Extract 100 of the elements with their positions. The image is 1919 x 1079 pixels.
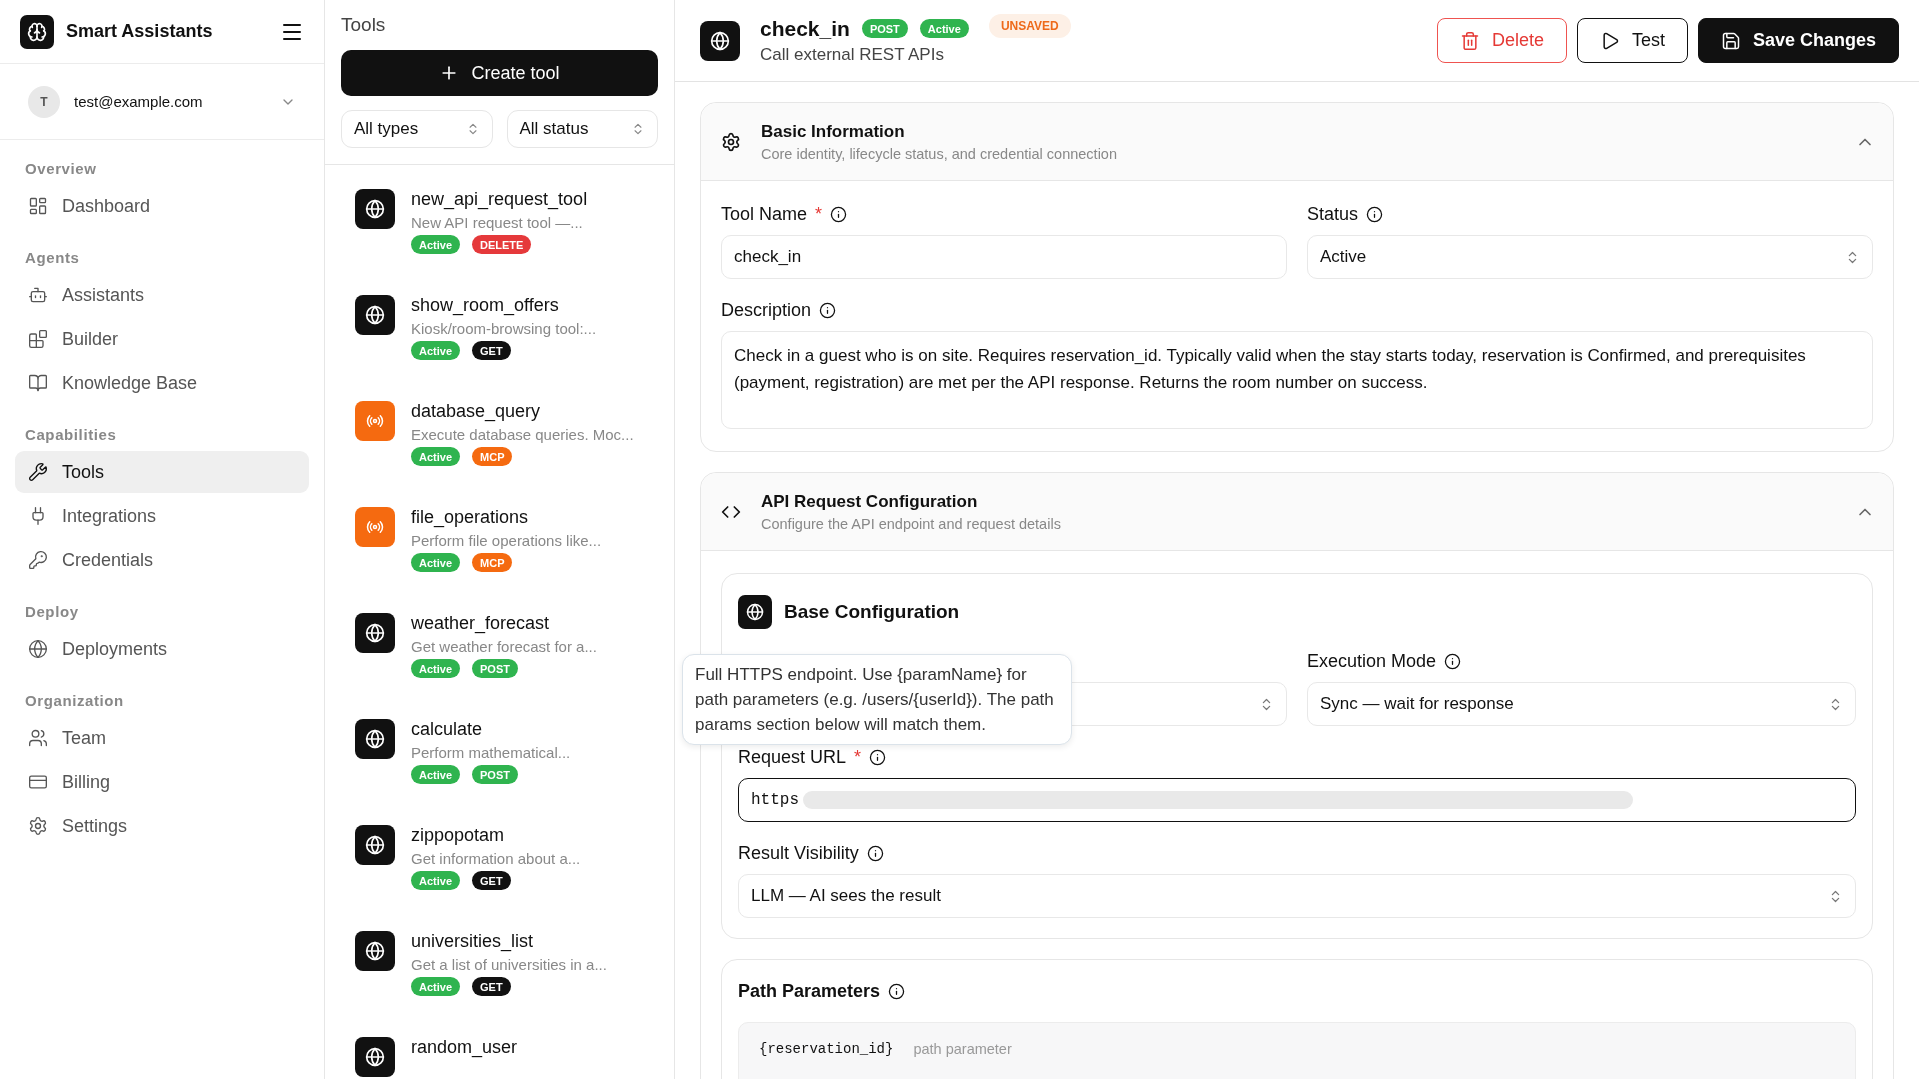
card-title: Base Configuration xyxy=(784,601,960,623)
tool-description: New API request tool —... xyxy=(411,214,584,231)
tool-name: random_user xyxy=(411,1037,518,1058)
wrench-icon xyxy=(28,462,48,482)
filter-select[interactable]: All types xyxy=(341,110,493,148)
tool-list-item[interactable]: calculate Perform mathematical... Active POST xyxy=(325,695,674,801)
nav-item[interactable]: Credentials xyxy=(15,539,309,581)
nav-item[interactable]: Billing xyxy=(15,761,309,803)
tool-subtitle: Call external REST APIs xyxy=(760,44,945,65)
tool-description: Kiosk/room-browsing tool:... xyxy=(411,320,597,337)
nav-item[interactable]: Deployments xyxy=(15,628,309,670)
nav-item[interactable]: Tools xyxy=(15,451,309,493)
globe-icon xyxy=(355,1037,395,1077)
status-badge: Active xyxy=(411,871,461,890)
nav-item[interactable]: Dashboard xyxy=(15,185,309,227)
status-select[interactable]: Active xyxy=(1307,235,1873,279)
status-badge: Active xyxy=(411,659,461,678)
tooltip: Full HTTPS endpoint. Use {paramName} for path parameters (e.g. /users/{userId}). The path params section below will match them. xyxy=(682,654,1072,745)
test-button[interactable]: Test xyxy=(1576,18,1688,63)
type-badge: MCP xyxy=(472,553,513,572)
avatar: T xyxy=(28,85,60,118)
tool-list-item[interactable]: random_user xyxy=(325,1013,674,1079)
tool-list-item[interactable]: weather_forecast Get weather forecast for a... Active POST xyxy=(325,589,674,695)
create-tool-button[interactable]: Create tool xyxy=(341,50,658,96)
nav-item[interactable]: Team xyxy=(15,717,309,759)
settings-icon xyxy=(28,816,48,836)
save-icon xyxy=(1720,30,1741,51)
globe-icon xyxy=(355,825,395,865)
type-badge: MCP xyxy=(472,447,513,466)
status-badge: Active xyxy=(411,553,461,572)
tool-list-item[interactable]: file_operations Perform file operations like... Active MCP xyxy=(325,483,674,589)
tool-list-item[interactable]: new_api_request_tool New API request tool —... Active DELETE xyxy=(325,165,674,271)
tool-name: calculate xyxy=(411,719,484,740)
header-badge: POST xyxy=(861,19,908,38)
tool-description: Perform file operations like... xyxy=(411,532,602,549)
info-icon xyxy=(819,301,837,319)
info-icon xyxy=(866,844,884,862)
status-badge: Active xyxy=(411,341,461,360)
trash-icon xyxy=(1459,30,1480,51)
tool-description: Execute database queries. Moc... xyxy=(411,426,634,443)
globe-icon xyxy=(700,20,740,61)
tool-name: weather_forecast xyxy=(411,613,551,634)
globe-icon xyxy=(355,719,395,759)
dashboard-icon xyxy=(28,196,48,216)
section-label: Capabilities xyxy=(24,426,118,443)
nav-item[interactable]: Builder xyxy=(15,318,309,360)
section-label: Agents xyxy=(24,249,81,266)
status-badge: Active xyxy=(411,235,461,254)
globe-icon xyxy=(355,931,395,971)
tool-name: database_query xyxy=(411,401,542,422)
info-icon xyxy=(1444,652,1462,670)
filter-select[interactable]: All status xyxy=(506,110,658,148)
nav-item[interactable]: Settings xyxy=(15,805,309,847)
result-visibility-select[interactable]: LLM — AI sees the result xyxy=(738,874,1856,918)
field-label: Tool Name xyxy=(721,203,808,225)
nav-item[interactable]: Integrations xyxy=(15,495,309,537)
field-label: Result Visibility xyxy=(738,842,859,864)
parameter-hint: path parameter xyxy=(913,1041,1012,1057)
field-label: Execution Mode xyxy=(1307,650,1437,672)
save-button[interactable]: Save Changes xyxy=(1697,18,1899,63)
tool-name: universities_list xyxy=(411,931,535,952)
blocks-icon xyxy=(28,329,48,349)
tool-list-item[interactable]: zippopotam Get information about a... Active GET xyxy=(325,801,674,907)
section-title: API Request Configuration xyxy=(761,491,979,512)
type-badge: POST xyxy=(472,659,518,678)
tool-name-input[interactable]: check_in xyxy=(721,235,1287,279)
status-badge: Active xyxy=(411,977,461,996)
book-icon xyxy=(28,373,48,393)
section-subtitle: Core identity, lifecycle status, and credential connection xyxy=(761,145,1118,162)
tool-name: file_operations xyxy=(411,507,530,528)
tool-list-item[interactable]: show_room_offers Kiosk/room-browsing tool:... Active GET xyxy=(325,271,674,377)
field-label: Status xyxy=(1307,203,1359,225)
tool-list-item[interactable]: database_query Execute database queries. Moc... Active MCP xyxy=(325,377,674,483)
tool-name: new_api_request_tool xyxy=(411,189,588,210)
info-icon xyxy=(888,982,906,1000)
delete-button[interactable]: Delete xyxy=(1436,18,1567,63)
robot-icon xyxy=(28,285,48,305)
tool-list-item[interactable]: universities_list Get a list of universities in a... Active GET xyxy=(325,907,674,1013)
field-label: Description xyxy=(721,299,812,321)
section-label: Deploy xyxy=(24,603,80,620)
globe-icon xyxy=(355,189,395,229)
broadcast-icon xyxy=(355,401,395,441)
description-textarea[interactable]: Check in a guest who is on site. Requires reservation_id. Typically valid when the stay starts today, reservation is Confirmed, and prerequisites (payment, registration) are met per the API response. Returns the room number on success. xyxy=(721,331,1873,429)
settings-icon xyxy=(721,131,741,152)
tool-description: Get a list of universities in a... xyxy=(411,956,607,973)
tool-description: Get weather forecast for a... xyxy=(411,638,597,655)
nav-item[interactable]: Assistants xyxy=(15,274,309,316)
execution-mode-select[interactable]: Sync — wait for response xyxy=(1307,682,1856,726)
account-switcher[interactable]: T test@example.com xyxy=(0,64,324,140)
request-url-input[interactable]: https xyxy=(738,778,1856,822)
globe-icon xyxy=(738,595,772,629)
tool-description: Get information about a... xyxy=(411,850,581,867)
field-label: Request URL xyxy=(738,746,847,768)
nav-item[interactable]: Knowledge Base xyxy=(15,362,309,404)
type-badge: GET xyxy=(472,871,511,890)
info-icon xyxy=(869,748,887,766)
section-label: Overview xyxy=(24,160,98,177)
parameter-name: {reservation_id} xyxy=(759,1041,894,1057)
globe-icon xyxy=(28,639,48,659)
broadcast-icon xyxy=(355,507,395,547)
